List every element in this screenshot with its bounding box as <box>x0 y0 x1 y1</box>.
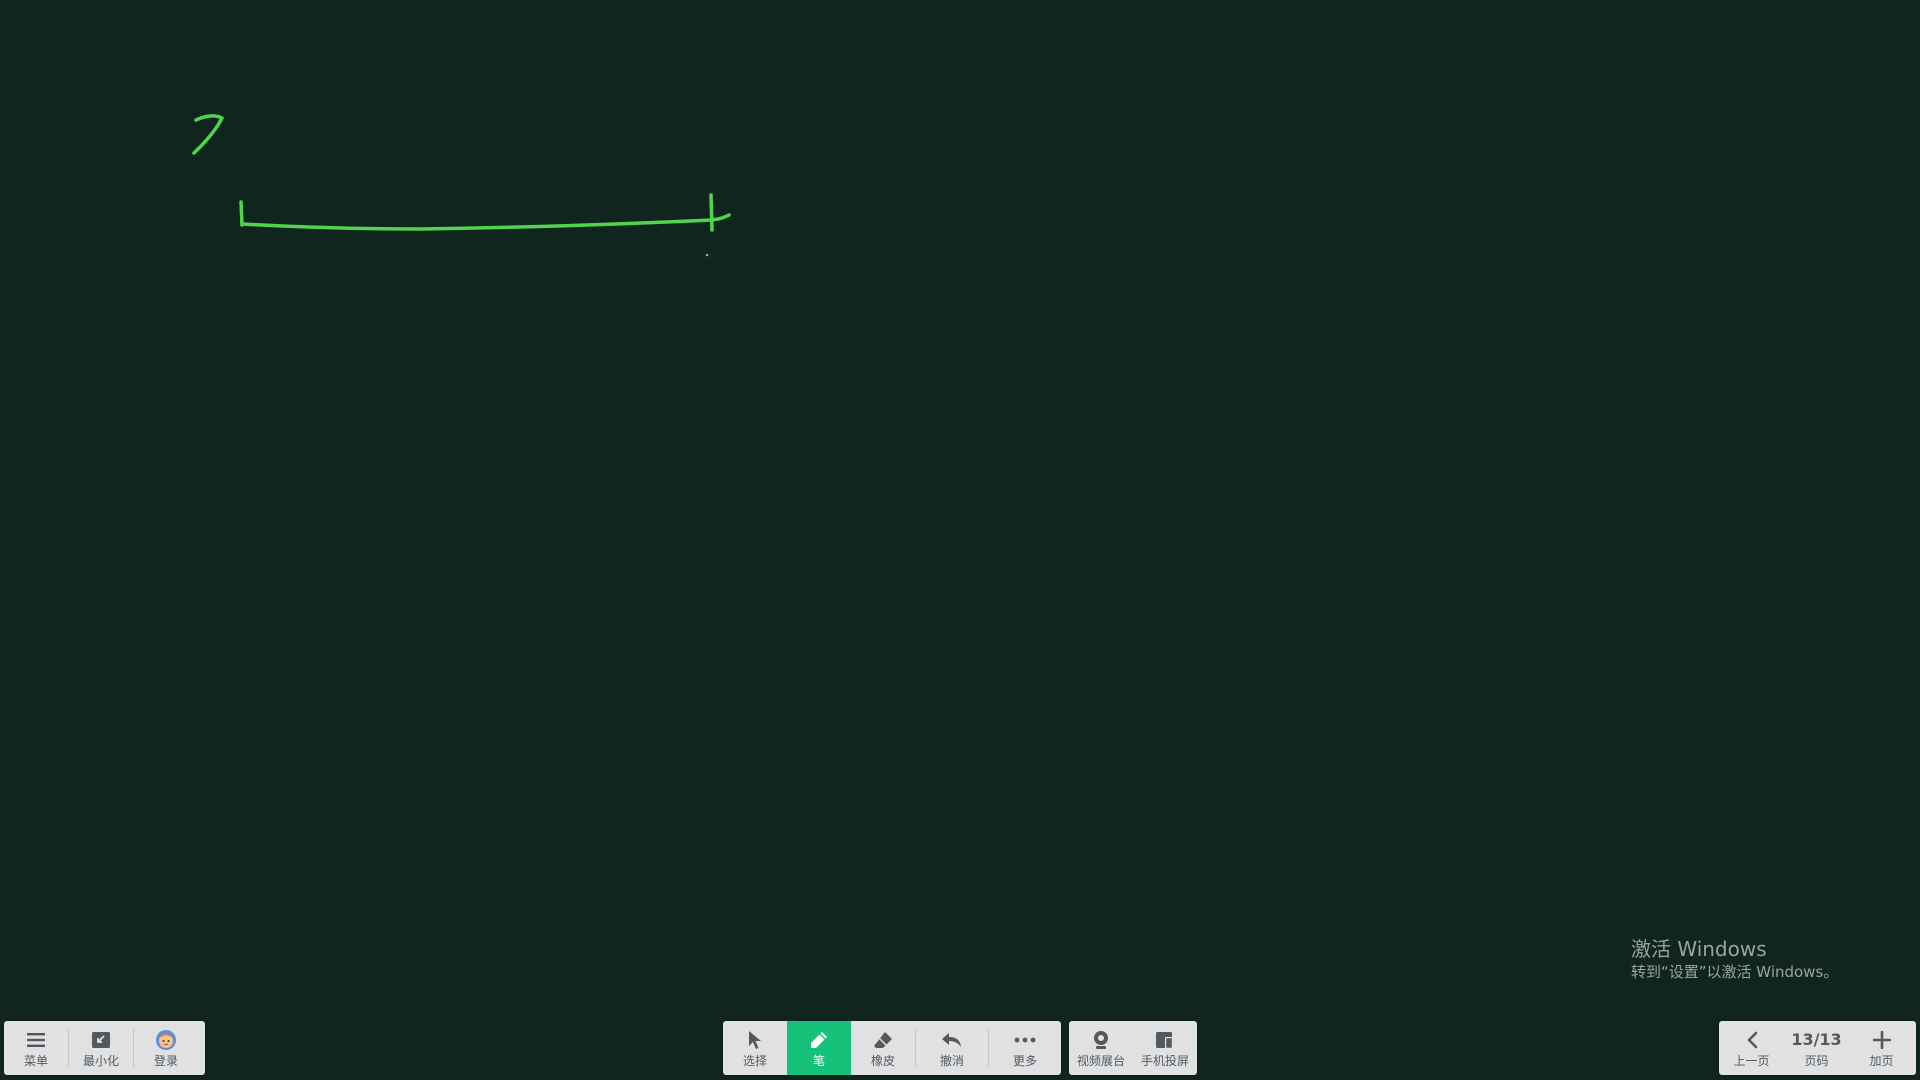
pen-icon <box>808 1029 830 1051</box>
ink-layer <box>192 114 731 257</box>
add-page-button[interactable]: 加页 <box>1849 1021 1914 1075</box>
menu-label: 菜单 <box>23 1053 48 1068</box>
plus-icon <box>1871 1029 1893 1051</box>
phone-cast-label: 手机投屏 <box>1140 1053 1189 1068</box>
more-label: 更多 <box>1012 1053 1037 1068</box>
windows-activation-watermark: 激活 Windows 转到“设置”以激活 Windows。 <box>1631 936 1838 982</box>
page-number: 13/13 <box>1791 1029 1842 1049</box>
add-page-label: 加页 <box>1869 1053 1894 1068</box>
video-booth-button[interactable]: 视频展台 <box>1069 1021 1133 1075</box>
minimize-button[interactable]: 最小化 <box>69 1021 133 1075</box>
undo-button[interactable]: 撤消 <box>916 1021 988 1075</box>
whiteboard-canvas[interactable] <box>0 0 1920 1080</box>
prev-page-button[interactable]: 上一页 <box>1719 1021 1784 1075</box>
page-toolbar: 上一页 13/13 页码 加页 <box>1719 1021 1916 1075</box>
more-button[interactable]: 更多 <box>989 1021 1061 1075</box>
eraser-icon <box>872 1029 894 1051</box>
prev-page-label: 上一页 <box>1733 1053 1770 1068</box>
minimize-icon <box>90 1029 112 1051</box>
login-label: 登录 <box>153 1053 178 1068</box>
minimize-label: 最小化 <box>82 1053 119 1068</box>
undo-label: 撤消 <box>939 1053 964 1068</box>
ink-dot <box>705 253 709 257</box>
page-number-button[interactable]: 13/13 页码 <box>1784 1021 1849 1075</box>
login-button[interactable]: 登录 <box>134 1021 198 1075</box>
undo-icon <box>941 1029 963 1051</box>
avatar-icon <box>155 1029 177 1051</box>
pen-button[interactable]: 笔 <box>787 1021 851 1075</box>
phone-cast-button[interactable]: 手机投屏 <box>1133 1021 1197 1075</box>
video-booth-label: 视频展台 <box>1076 1053 1125 1068</box>
chevron-left-icon <box>1741 1029 1763 1051</box>
watermark-subtitle: 转到“设置”以激活 Windows。 <box>1631 963 1839 981</box>
menu-button[interactable]: 菜单 <box>4 1021 68 1075</box>
select-label: 选择 <box>742 1053 767 1068</box>
ink-stroke-line <box>240 218 714 231</box>
left-toolbar: 菜单 最小化 登录 <box>4 1021 205 1075</box>
cursor-arrow-icon <box>744 1029 766 1051</box>
eraser-button[interactable]: 橡皮 <box>851 1021 915 1075</box>
ink-stroke-left-tick <box>239 200 244 227</box>
ink-stroke-right-tick <box>709 193 714 232</box>
ellipsis-icon <box>1014 1029 1036 1051</box>
select-button[interactable]: 选择 <box>723 1021 787 1075</box>
ink-stroke-right-end <box>709 213 731 222</box>
phone-cast-icon <box>1154 1029 1176 1051</box>
hamburger-icon <box>25 1029 47 1051</box>
camera-icon <box>1090 1029 1112 1051</box>
watermark-title: 激活 Windows <box>1631 937 1767 961</box>
eraser-label: 橡皮 <box>870 1053 895 1068</box>
center-toolbar: 选择 笔 橡皮 撤消 更多 <box>723 1021 1061 1075</box>
page-number-label: 页码 <box>1804 1053 1829 1068</box>
pen-label: 笔 <box>812 1053 825 1068</box>
media-toolbar: 视频展台 手机投屏 <box>1069 1021 1197 1075</box>
ink-stroke-seven <box>192 114 224 155</box>
